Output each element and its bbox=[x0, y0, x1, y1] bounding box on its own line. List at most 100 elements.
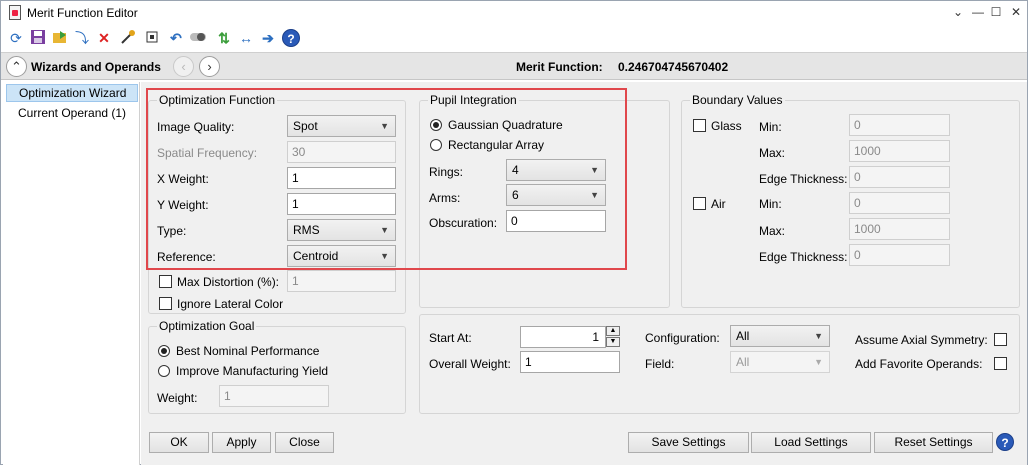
x-weight-field[interactable]: 1 bbox=[287, 167, 396, 189]
air-min-field[interactable]: 0 bbox=[849, 192, 950, 214]
sidebar-item-current-operand[interactable]: Current Operand (1) bbox=[6, 104, 138, 122]
chevron-down-icon: ▼ bbox=[814, 357, 823, 367]
right-arrow-icon[interactable]: ➔ bbox=[259, 29, 277, 47]
ignore-lateral-color-label: Ignore Lateral Color bbox=[177, 297, 284, 311]
rings-dropdown[interactable]: 4 ▼ bbox=[506, 159, 606, 181]
assume-axial-checkbox[interactable] bbox=[994, 333, 1007, 346]
start-at-field[interactable]: 1 bbox=[520, 326, 606, 348]
spatial-frequency-label: Spatial Frequency: bbox=[157, 146, 258, 160]
glass-edge-field[interactable]: 0 bbox=[849, 166, 950, 188]
merit-function-value: 0.246704745670402 bbox=[618, 60, 729, 74]
obscuration-label: Obscuration: bbox=[429, 216, 498, 230]
close-button[interactable]: Close bbox=[275, 432, 334, 453]
forward-button[interactable]: › bbox=[199, 56, 220, 77]
glass-min-label: Min: bbox=[759, 120, 782, 134]
toolbar: ⟳ ⤵ ✕ ↶ ⇅ ↔ ➔ ? bbox=[1, 25, 1027, 51]
max-distortion-field[interactable]: 1 bbox=[287, 270, 396, 292]
air-max-label: Max: bbox=[759, 224, 786, 238]
goal-weight-field[interactable]: 1 bbox=[219, 385, 329, 407]
best-nominal-radio[interactable] bbox=[158, 345, 170, 357]
type-dropdown[interactable]: RMS ▼ bbox=[287, 219, 396, 241]
collapse-button[interactable]: ⌃ bbox=[6, 56, 27, 77]
wand-icon[interactable] bbox=[119, 29, 137, 47]
x-weight-label: X Weight: bbox=[157, 172, 209, 186]
spin-up-icon[interactable]: ▲ bbox=[606, 326, 620, 336]
merit-function-label: Merit Function: bbox=[516, 60, 603, 74]
air-edge-field[interactable]: 0 bbox=[849, 244, 950, 266]
arms-dropdown[interactable]: 6 ▼ bbox=[506, 184, 606, 206]
reference-dropdown[interactable]: Centroid ▼ bbox=[287, 245, 396, 267]
air-checkbox[interactable] bbox=[693, 197, 706, 210]
save-icon[interactable] bbox=[29, 29, 47, 47]
add-favorite-checkbox[interactable] bbox=[994, 357, 1007, 370]
image-quality-label: Image Quality: bbox=[157, 120, 235, 134]
chevron-down-icon: ▼ bbox=[590, 165, 599, 175]
close-window-button[interactable]: ✕ bbox=[1007, 4, 1025, 20]
chevron-down-icon[interactable]: ⌄ bbox=[949, 4, 967, 20]
y-weight-field[interactable]: 1 bbox=[287, 193, 396, 215]
glass-checkbox[interactable] bbox=[693, 119, 706, 132]
gaussian-quadrature-radio[interactable] bbox=[430, 119, 442, 131]
configuration-dropdown[interactable]: All ▼ bbox=[730, 325, 830, 347]
overall-weight-field[interactable]: 1 bbox=[520, 351, 620, 373]
start-at-spinner[interactable]: ▲ ▼ bbox=[606, 326, 620, 348]
maximize-button[interactable]: ☐ bbox=[987, 4, 1005, 20]
field-dropdown[interactable]: All ▼ bbox=[730, 351, 830, 373]
square-icon[interactable] bbox=[143, 29, 161, 47]
help-button[interactable]: ? bbox=[996, 433, 1014, 451]
wizards-title: Wizards and Operands bbox=[31, 60, 161, 74]
glass-edge-label: Edge Thickness: bbox=[759, 172, 848, 186]
reset-settings-button[interactable]: Reset Settings bbox=[874, 432, 993, 453]
document-icon bbox=[9, 5, 21, 20]
gaussian-quadrature-label: Gaussian Quadrature bbox=[448, 118, 563, 132]
ok-button[interactable]: OK bbox=[149, 432, 209, 453]
air-min-label: Min: bbox=[759, 197, 782, 211]
load-settings-button[interactable]: Load Settings bbox=[751, 432, 871, 453]
air-max-field[interactable]: 1000 bbox=[849, 218, 950, 240]
glass-min-field[interactable]: 0 bbox=[849, 114, 950, 136]
save-settings-button[interactable]: Save Settings bbox=[628, 432, 749, 453]
ignore-lateral-color-checkbox[interactable] bbox=[159, 297, 172, 310]
image-quality-dropdown[interactable]: Spot ▼ bbox=[287, 115, 396, 137]
help-icon[interactable]: ? bbox=[282, 29, 300, 47]
apply-button[interactable]: Apply bbox=[212, 432, 271, 453]
boundary-values-title: Boundary Values bbox=[690, 93, 785, 107]
spatial-frequency-field[interactable]: 30 bbox=[287, 141, 396, 163]
chevron-down-icon: ▼ bbox=[380, 225, 389, 235]
start-at-label: Start At: bbox=[429, 331, 472, 345]
main-panel: Optimization Function Image Quality: Spo… bbox=[141, 82, 1027, 465]
arrows-icon[interactable]: ↔ bbox=[237, 29, 255, 47]
load-icon[interactable] bbox=[51, 29, 69, 47]
insert-arrow-icon[interactable]: ⤵ bbox=[73, 29, 91, 47]
type-label: Type: bbox=[157, 224, 187, 238]
swap-icon[interactable]: ⇅ bbox=[215, 29, 233, 47]
rings-label: Rings: bbox=[429, 165, 464, 179]
undo-icon[interactable]: ↶ bbox=[167, 29, 185, 47]
best-nominal-label: Best Nominal Performance bbox=[176, 344, 320, 358]
configuration-label: Configuration: bbox=[645, 331, 720, 345]
back-button[interactable]: ‹ bbox=[173, 56, 194, 77]
improve-yield-label: Improve Manufacturing Yield bbox=[176, 364, 329, 378]
field-label: Field: bbox=[645, 357, 675, 371]
obscuration-field[interactable]: 0 bbox=[506, 210, 606, 232]
delete-icon[interactable]: ✕ bbox=[95, 29, 113, 47]
air-label: Air bbox=[711, 197, 726, 211]
max-distortion-checkbox[interactable] bbox=[159, 275, 172, 288]
toggle-icon[interactable] bbox=[189, 29, 207, 47]
rectangular-array-radio[interactable] bbox=[430, 139, 442, 151]
optimization-goal-title: Optimization Goal bbox=[157, 319, 257, 333]
chevron-down-icon: ▼ bbox=[380, 251, 389, 261]
improve-yield-radio[interactable] bbox=[158, 365, 170, 377]
max-distortion-label: Max Distortion (%): bbox=[177, 275, 280, 289]
reference-value: Centroid bbox=[293, 249, 339, 263]
minimize-button[interactable]: — bbox=[969, 4, 987, 20]
configuration-value: All bbox=[736, 329, 750, 343]
rings-value: 4 bbox=[512, 163, 519, 177]
image-quality-value: Spot bbox=[293, 119, 318, 133]
goal-weight-label: Weight: bbox=[157, 391, 198, 405]
refresh-icon[interactable]: ⟳ bbox=[7, 29, 25, 47]
spin-down-icon[interactable]: ▼ bbox=[606, 337, 620, 347]
type-value: RMS bbox=[293, 223, 320, 237]
glass-max-field[interactable]: 1000 bbox=[849, 140, 950, 162]
sidebar-item-optimization-wizard[interactable]: Optimization Wizard bbox=[6, 84, 138, 102]
